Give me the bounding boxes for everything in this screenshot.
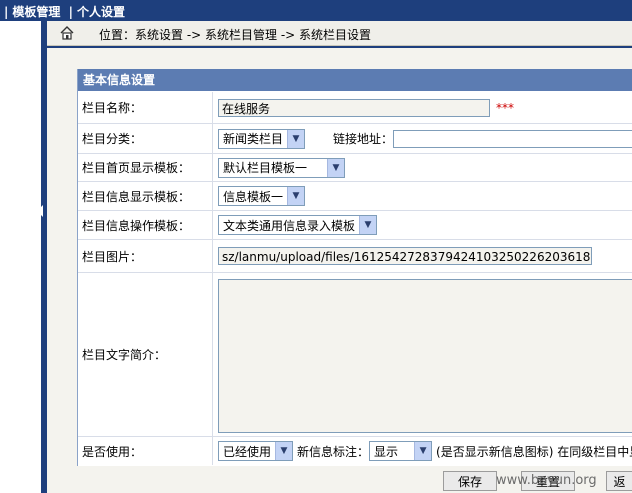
home-template-field-cell: 默认栏目模板一 ▼ — [218, 154, 632, 181]
nav-item-personal-settings[interactable]: 个人设置 — [77, 3, 125, 20]
row-image: 栏目图片： sz/lanmu/upload/files/161254272837… — [78, 240, 632, 273]
op-template-label: 栏目信息操作模板： — [78, 211, 213, 239]
category-value: 新闻类栏目 — [223, 132, 284, 146]
op-template-select[interactable]: 文本类通用信息录入模板 ▼ — [218, 215, 378, 235]
breadcrumb: 位置：系统设置 -> 系统栏目管理 -> 系统栏目设置 — [99, 28, 372, 42]
row-info-template: 栏目信息显示模板： 信息模板一 ▼ — [78, 182, 632, 211]
chevron-down-icon[interactable]: ▼ — [287, 187, 305, 205]
info-template-label: 栏目信息显示模板： — [78, 182, 213, 210]
chevron-down-icon[interactable]: ▼ — [414, 442, 432, 460]
home-template-value: 默认栏目模板一 — [223, 161, 308, 175]
watermark: www.boyun.org — [496, 473, 597, 488]
back-button[interactable]: 返 — [606, 471, 632, 491]
save-button[interactable]: 保存 — [443, 471, 497, 491]
nav-item-template-management[interactable]: 模板管理 — [12, 3, 60, 20]
enabled-value: 已经使用 — [223, 444, 272, 459]
nav-separator: | — [68, 5, 73, 19]
new-mark-label: 新信息标注： — [297, 444, 370, 459]
link-input[interactable] — [393, 129, 632, 148]
name-field-cell: 在线服务 *** — [218, 92, 632, 123]
required-mark: *** — [496, 100, 514, 115]
image-label: 栏目图片： — [78, 240, 213, 272]
nav-separator: | — [4, 5, 9, 19]
row-op-template: 栏目信息操作模板： 文本类通用信息录入模板 ▼ — [78, 211, 632, 240]
category-field-cell: 新闻类栏目 ▼ 链接地址： — [218, 124, 632, 153]
image-path-input[interactable]: sz/lanmu/upload/files/161254272837942410… — [218, 247, 592, 265]
enabled-select[interactable]: 已经使用 ▼ — [218, 441, 294, 461]
row-summary: 栏目文字简介： — [78, 273, 632, 437]
row-home-template: 栏目首页显示模板： 默认栏目模板一 ▼ — [78, 154, 632, 182]
image-field-cell: sz/lanmu/upload/files/161254272837942410… — [218, 240, 632, 272]
summary-label: 栏目文字简介： — [78, 273, 213, 436]
name-input[interactable]: 在线服务 — [218, 98, 490, 117]
link-label: 链接地址： — [333, 132, 394, 146]
new-mark-select[interactable]: 显示 ▼ — [369, 441, 433, 461]
collapse-arrow-icon[interactable] — [37, 205, 43, 217]
home-icon[interactable] — [59, 25, 75, 41]
op-template-field-cell: 文本类通用信息录入模板 ▼ — [218, 211, 632, 239]
chevron-down-icon[interactable]: ▼ — [327, 158, 344, 177]
panel-title: 基本信息设置 — [78, 69, 632, 91]
breadcrumb-bar: 位置：系统设置 -> 系统栏目管理 -> 系统栏目设置 — [47, 21, 632, 46]
enabled-field-cell: 已经使用 ▼ 新信息标注： 显示 ▼ (是否显示新信息图标) 在同级栏目中显 — [218, 437, 632, 465]
op-template-value: 文本类通用信息录入模板 — [223, 218, 356, 233]
home-template-label: 栏目首页显示模板： — [78, 154, 213, 181]
row-category: 栏目分类： 新闻类栏目 ▼ 链接地址： — [78, 124, 632, 154]
chevron-down-icon[interactable]: ▼ — [359, 216, 377, 234]
info-template-value: 信息模板一 — [223, 189, 284, 204]
settings-panel: 基本信息设置 栏目名称： 在线服务 *** 栏目分类： 新闻类栏目 ▼ 链接地址… — [77, 69, 632, 466]
new-mark-hint: (是否显示新信息图标) 在同级栏目中显 — [436, 444, 632, 459]
category-label: 栏目分类： — [78, 124, 213, 153]
category-select[interactable]: 新闻类栏目 ▼ — [218, 128, 306, 149]
chevron-down-icon[interactable]: ▼ — [275, 442, 293, 460]
info-template-select[interactable]: 信息模板一 ▼ — [218, 186, 306, 206]
new-mark-value: 显示 — [374, 444, 399, 459]
info-template-field-cell: 信息模板一 ▼ — [218, 182, 632, 210]
row-enabled: 是否使用： 已经使用 ▼ 新信息标注： 显示 ▼ (是否显示新信息图标) 在同级… — [78, 437, 632, 465]
home-template-select[interactable]: 默认栏目模板一 ▼ — [218, 157, 345, 178]
enabled-label: 是否使用： — [78, 437, 213, 465]
chevron-down-icon[interactable]: ▼ — [287, 129, 305, 148]
top-nav: | 模板管理 | 个人设置 — [0, 3, 125, 20]
row-name: 栏目名称： 在线服务 *** — [78, 92, 632, 124]
top-nav-bar: | 模板管理 | 个人设置 — [0, 0, 632, 21]
summary-textarea[interactable] — [218, 279, 632, 433]
left-panel — [0, 21, 41, 493]
name-label: 栏目名称： — [78, 92, 213, 123]
